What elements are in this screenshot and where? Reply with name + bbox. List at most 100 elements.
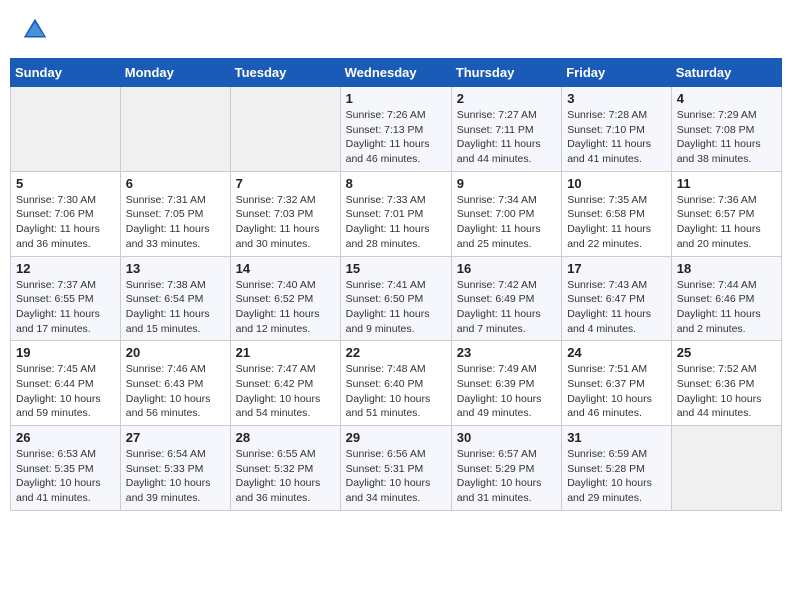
day-number: 19 <box>16 345 115 360</box>
calendar-week-row: 12 Sunrise: 7:37 AMSunset: 6:55 PMDayligh… <box>11 256 782 341</box>
day-number: 10 <box>567 176 666 191</box>
day-info: Sunrise: 7:31 AMSunset: 7:05 PMDaylight:… <box>126 193 225 252</box>
calendar-cell: 1 Sunrise: 7:26 AMSunset: 7:13 PMDaylight… <box>340 87 451 172</box>
col-saturday: Saturday <box>671 59 781 87</box>
day-number: 3 <box>567 91 666 106</box>
calendar-week-row: 5 Sunrise: 7:30 AMSunset: 7:06 PMDaylight… <box>11 171 782 256</box>
day-info: Sunrise: 7:33 AMSunset: 7:01 PMDaylight:… <box>346 193 446 252</box>
day-number: 9 <box>457 176 556 191</box>
calendar-week-row: 26 Sunrise: 6:53 AMSunset: 5:35 PMDayligh… <box>11 426 782 511</box>
calendar-cell: 8 Sunrise: 7:33 AMSunset: 7:01 PMDaylight… <box>340 171 451 256</box>
day-number: 5 <box>16 176 115 191</box>
day-info: Sunrise: 7:52 AMSunset: 6:36 PMDaylight:… <box>677 362 776 421</box>
day-info: Sunrise: 7:38 AMSunset: 6:54 PMDaylight:… <box>126 278 225 337</box>
day-number: 28 <box>236 430 335 445</box>
calendar-cell: 16Sunrise: 7:42 AMSunset: 6:49 PMDayligh… <box>451 256 561 341</box>
calendar-cell: 9 Sunrise: 7:34 AMSunset: 7:00 PMDaylight… <box>451 171 561 256</box>
day-info: Sunrise: 7:42 AMSunset: 6:49 PMDaylight:… <box>457 278 556 337</box>
calendar-cell: 19 Sunrise: 7:45 AMSunset: 6:44 PMDayligh… <box>11 341 121 426</box>
calendar-cell: 22Sunrise: 7:48 AMSunset: 6:40 PMDayligh… <box>340 341 451 426</box>
calendar-cell: 21 Sunrise: 7:47 AMSunset: 6:42 PMDayligh… <box>230 341 340 426</box>
day-info: Sunrise: 6:59 AMSunset: 5:28 PMDaylight:… <box>567 447 666 506</box>
calendar-week-row: 1 Sunrise: 7:26 AMSunset: 7:13 PMDaylight… <box>11 87 782 172</box>
calendar-header-row: Sunday Monday Tuesday Wednesday Thursday… <box>11 59 782 87</box>
day-info: Sunrise: 7:35 AMSunset: 6:58 PMDaylight:… <box>567 193 666 252</box>
day-number: 30 <box>457 430 556 445</box>
calendar-cell: 10 Sunrise: 7:35 AMSunset: 6:58 PMDayligh… <box>562 171 672 256</box>
day-number: 2 <box>457 91 556 106</box>
page-header <box>10 10 782 50</box>
calendar-cell <box>230 87 340 172</box>
calendar-cell: 20 Sunrise: 7:46 AMSunset: 6:43 PMDayligh… <box>120 341 230 426</box>
day-info: Sunrise: 7:32 AMSunset: 7:03 PMDaylight:… <box>236 193 335 252</box>
day-info: Sunrise: 7:44 AMSunset: 6:46 PMDaylight:… <box>677 278 776 337</box>
day-number: 14 <box>236 261 335 276</box>
day-info: Sunrise: 7:26 AMSunset: 7:13 PMDaylight:… <box>346 108 446 167</box>
calendar-cell: 17Sunrise: 7:43 AMSunset: 6:47 PMDayligh… <box>562 256 672 341</box>
calendar-cell: 29 Sunrise: 6:56 AMSunset: 5:31 PMDayligh… <box>340 426 451 511</box>
day-info: Sunrise: 6:57 AMSunset: 5:29 PMDaylight:… <box>457 447 556 506</box>
calendar-cell: 4 Sunrise: 7:29 AMSunset: 7:08 PMDaylight… <box>671 87 781 172</box>
calendar-week-row: 19 Sunrise: 7:45 AMSunset: 6:44 PMDayligh… <box>11 341 782 426</box>
day-info: Sunrise: 7:27 AMSunset: 7:11 PMDaylight:… <box>457 108 556 167</box>
day-number: 20 <box>126 345 225 360</box>
calendar-cell: 12 Sunrise: 7:37 AMSunset: 6:55 PMDayligh… <box>11 256 121 341</box>
calendar-cell: 14 Sunrise: 7:40 AMSunset: 6:52 PMDayligh… <box>230 256 340 341</box>
calendar-cell: 28 Sunrise: 6:55 AMSunset: 5:32 PMDayligh… <box>230 426 340 511</box>
day-info: Sunrise: 7:51 AMSunset: 6:37 PMDaylight:… <box>567 362 666 421</box>
calendar-cell: 30 Sunrise: 6:57 AMSunset: 5:29 PMDayligh… <box>451 426 561 511</box>
col-wednesday: Wednesday <box>340 59 451 87</box>
day-number: 11 <box>677 176 776 191</box>
day-info: Sunrise: 6:55 AMSunset: 5:32 PMDaylight:… <box>236 447 335 506</box>
day-info: Sunrise: 7:29 AMSunset: 7:08 PMDaylight:… <box>677 108 776 167</box>
calendar-cell: 27 Sunrise: 6:54 AMSunset: 5:33 PMDayligh… <box>120 426 230 511</box>
logo-icon <box>20 15 50 45</box>
day-info: Sunrise: 7:36 AMSunset: 6:57 PMDaylight:… <box>677 193 776 252</box>
calendar-cell <box>671 426 781 511</box>
calendar-cell: 2 Sunrise: 7:27 AMSunset: 7:11 PMDaylight… <box>451 87 561 172</box>
day-info: Sunrise: 7:41 AMSunset: 6:50 PMDaylight:… <box>346 278 446 337</box>
day-number: 29 <box>346 430 446 445</box>
day-info: Sunrise: 7:28 AMSunset: 7:10 PMDaylight:… <box>567 108 666 167</box>
day-info: Sunrise: 7:46 AMSunset: 6:43 PMDaylight:… <box>126 362 225 421</box>
calendar-cell: 15Sunrise: 7:41 AMSunset: 6:50 PMDayligh… <box>340 256 451 341</box>
day-number: 31 <box>567 430 666 445</box>
calendar-cell: 7 Sunrise: 7:32 AMSunset: 7:03 PMDaylight… <box>230 171 340 256</box>
day-info: Sunrise: 7:37 AMSunset: 6:55 PMDaylight:… <box>16 278 115 337</box>
calendar-table: Sunday Monday Tuesday Wednesday Thursday… <box>10 58 782 511</box>
day-number: 12 <box>16 261 115 276</box>
day-number: 6 <box>126 176 225 191</box>
calendar-cell: 6 Sunrise: 7:31 AMSunset: 7:05 PMDaylight… <box>120 171 230 256</box>
calendar-cell: 23Sunrise: 7:49 AMSunset: 6:39 PMDayligh… <box>451 341 561 426</box>
calendar-cell: 24 Sunrise: 7:51 AMSunset: 6:37 PMDayligh… <box>562 341 672 426</box>
day-info: Sunrise: 7:30 AMSunset: 7:06 PMDaylight:… <box>16 193 115 252</box>
col-sunday: Sunday <box>11 59 121 87</box>
day-info: Sunrise: 7:40 AMSunset: 6:52 PMDaylight:… <box>236 278 335 337</box>
day-number: 24 <box>567 345 666 360</box>
day-number: 27 <box>126 430 225 445</box>
day-number: 23 <box>457 345 556 360</box>
day-info: Sunrise: 7:47 AMSunset: 6:42 PMDaylight:… <box>236 362 335 421</box>
day-info: Sunrise: 6:54 AMSunset: 5:33 PMDaylight:… <box>126 447 225 506</box>
day-info: Sunrise: 6:53 AMSunset: 5:35 PMDaylight:… <box>16 447 115 506</box>
calendar-cell: 3 Sunrise: 7:28 AMSunset: 7:10 PMDaylight… <box>562 87 672 172</box>
day-number: 22 <box>346 345 446 360</box>
day-number: 26 <box>16 430 115 445</box>
day-info: Sunrise: 7:45 AMSunset: 6:44 PMDaylight:… <box>16 362 115 421</box>
day-info: Sunrise: 6:56 AMSunset: 5:31 PMDaylight:… <box>346 447 446 506</box>
day-info: Sunrise: 7:43 AMSunset: 6:47 PMDaylight:… <box>567 278 666 337</box>
calendar-cell <box>11 87 121 172</box>
day-number: 1 <box>346 91 446 106</box>
calendar-cell: 31 Sunrise: 6:59 AMSunset: 5:28 PMDayligh… <box>562 426 672 511</box>
calendar-cell: 13Sunrise: 7:38 AMSunset: 6:54 PMDayligh… <box>120 256 230 341</box>
day-number: 4 <box>677 91 776 106</box>
day-number: 8 <box>346 176 446 191</box>
day-number: 21 <box>236 345 335 360</box>
day-number: 7 <box>236 176 335 191</box>
day-info: Sunrise: 7:34 AMSunset: 7:00 PMDaylight:… <box>457 193 556 252</box>
col-friday: Friday <box>562 59 672 87</box>
day-number: 18 <box>677 261 776 276</box>
col-tuesday: Tuesday <box>230 59 340 87</box>
calendar-cell <box>120 87 230 172</box>
col-thursday: Thursday <box>451 59 561 87</box>
